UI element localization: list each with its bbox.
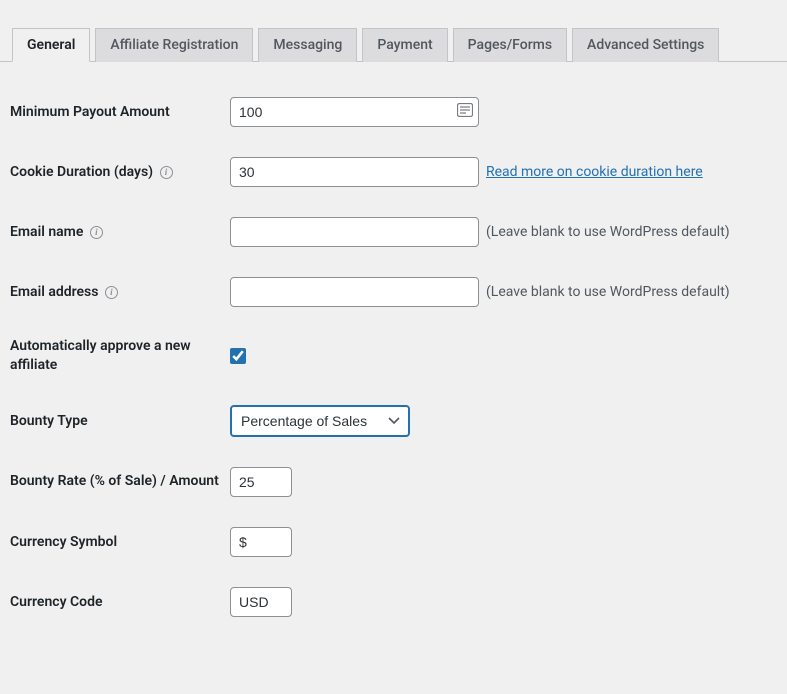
- label-cookie-duration: Cookie Duration (days) i: [10, 164, 230, 180]
- label-currency-code: Currency Code: [10, 594, 230, 610]
- tab-messaging[interactable]: Messaging: [258, 28, 357, 62]
- row-auto-approve: Automatically approve a new affiliate: [10, 322, 777, 390]
- label-email-address: Email address i: [10, 284, 230, 300]
- help-icon[interactable]: i: [160, 166, 173, 179]
- row-cookie-duration: Cookie Duration (days) i Read more on co…: [10, 142, 777, 202]
- row-currency-symbol: Currency Symbol: [10, 512, 777, 572]
- settings-form: Minimum Payout Amount Cookie Duration (d…: [0, 62, 787, 642]
- email-name-hint: (Leave blank to use WordPress default): [486, 224, 730, 240]
- help-icon[interactable]: i: [105, 286, 118, 299]
- minimum-payout-input[interactable]: [230, 97, 479, 127]
- label-bounty-type: Bounty Type: [10, 413, 230, 429]
- label-minimum-payout: Minimum Payout Amount: [10, 104, 230, 120]
- auto-approve-checkbox[interactable]: [230, 348, 246, 364]
- tabs-bar: General Affiliate Registration Messaging…: [0, 28, 787, 62]
- currency-symbol-input[interactable]: [230, 527, 292, 557]
- tab-advanced-settings[interactable]: Advanced Settings: [572, 28, 719, 62]
- cookie-duration-link[interactable]: Read more on cookie duration here: [486, 164, 703, 180]
- tab-affiliate-registration[interactable]: Affiliate Registration: [95, 28, 253, 62]
- row-currency-code: Currency Code: [10, 572, 777, 632]
- row-email-name: Email name i (Leave blank to use WordPre…: [10, 202, 777, 262]
- row-bounty-rate: Bounty Rate (% of Sale) / Amount: [10, 452, 777, 512]
- label-email-name: Email name i: [10, 224, 230, 240]
- help-icon[interactable]: i: [90, 226, 103, 239]
- currency-code-input[interactable]: [230, 587, 292, 617]
- label-auto-approve: Automatically approve a new affiliate: [10, 337, 230, 375]
- email-address-input[interactable]: [230, 277, 479, 307]
- row-bounty-type: Bounty Type Percentage of Sales: [10, 390, 777, 452]
- bounty-type-select[interactable]: Percentage of Sales: [230, 405, 410, 437]
- tab-pages-forms[interactable]: Pages/Forms: [453, 28, 567, 62]
- tab-general[interactable]: General: [12, 28, 90, 62]
- label-currency-symbol: Currency Symbol: [10, 534, 230, 550]
- row-email-address: Email address i (Leave blank to use Word…: [10, 262, 777, 322]
- bounty-rate-input[interactable]: [230, 467, 292, 497]
- email-name-input[interactable]: [230, 217, 479, 247]
- cookie-duration-input[interactable]: [230, 157, 479, 187]
- email-address-hint: (Leave blank to use WordPress default): [486, 284, 730, 300]
- tab-payment[interactable]: Payment: [362, 28, 447, 62]
- label-bounty-rate: Bounty Rate (% of Sale) / Amount: [10, 472, 230, 491]
- row-minimum-payout: Minimum Payout Amount: [10, 82, 777, 142]
